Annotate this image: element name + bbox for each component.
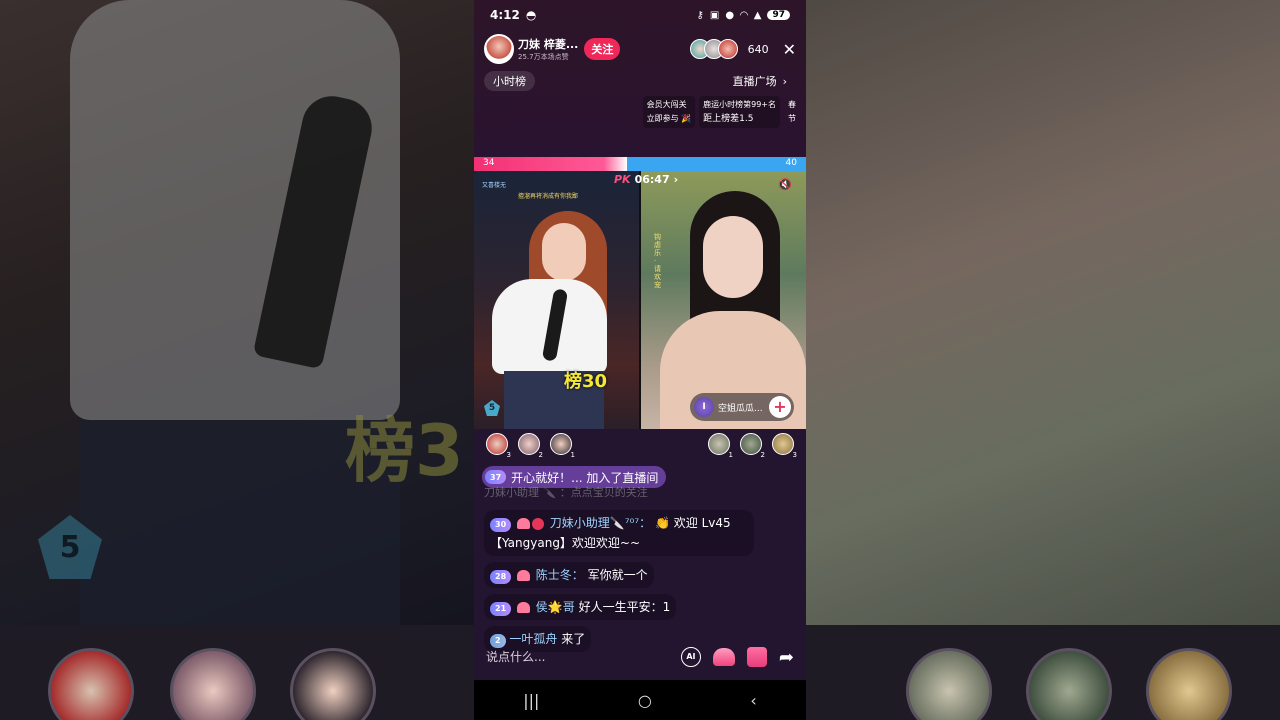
chevron-right-icon: › bbox=[673, 173, 679, 186]
pk-score-right: 40 bbox=[785, 158, 797, 168]
chat-nickname[interactable]: 陈士冬： bbox=[536, 568, 584, 582]
location-icon: ● bbox=[725, 9, 735, 21]
host-likes: 25.7万本场点赞 bbox=[518, 53, 569, 61]
host-name: 刀妹 梓菱... bbox=[518, 38, 579, 51]
contributor-avatar[interactable]: 2 bbox=[518, 433, 543, 459]
mute-icon[interactable]: 🔇 bbox=[778, 178, 792, 191]
signal-icon: ▲ bbox=[753, 9, 762, 21]
gift-icon[interactable] bbox=[746, 647, 767, 667]
event-line: 距上榜差1.5 bbox=[703, 114, 754, 124]
level-badge: 5 bbox=[484, 400, 500, 416]
level-badge: 30 bbox=[490, 518, 512, 532]
video-caption: 擅溜再将消成有你我鄙 bbox=[518, 193, 579, 200]
background-left: 榜3 5 bbox=[0, 0, 474, 720]
pk-countdown: 06:47 bbox=[634, 173, 670, 186]
pk-logo: PK bbox=[614, 173, 631, 186]
key-icon: ⚷ bbox=[696, 9, 704, 21]
chat-text: 军你就一个 bbox=[587, 568, 648, 582]
chat-feed[interactable]: 刀妹小助理 🔪 ：点点宝贝的关注 30 刀妹小助理🔪⁷⁰⁷： 👏 欢迎 Lv45… bbox=[484, 484, 784, 652]
event-hourly-rank[interactable]: 鹿运小时榜第99+名 距上榜差1.5 bbox=[699, 96, 780, 128]
chevron-right-icon: › bbox=[782, 74, 787, 88]
cast-icon: ▣ bbox=[709, 9, 720, 21]
contributor-avatar[interactable]: 1 bbox=[708, 433, 733, 459]
battery-icon: 97 bbox=[767, 10, 790, 20]
video-caption: 又喜楼无 bbox=[482, 182, 507, 189]
level-badge: 37 bbox=[485, 470, 507, 484]
admin-badge-icon bbox=[531, 517, 544, 530]
app-notification-icon: ◓ bbox=[525, 8, 537, 22]
viewer-avatars[interactable] bbox=[689, 39, 738, 59]
opponent-contributors: 1 2 3 bbox=[708, 433, 797, 459]
opponent-name: 空姐瓜瓜... bbox=[718, 403, 763, 414]
home-button[interactable]: ○ bbox=[638, 691, 652, 710]
bottom-toolbar: AI ➦ bbox=[474, 640, 806, 674]
recents-button[interactable]: ||| bbox=[523, 691, 539, 710]
contributor-avatar[interactable]: 1 bbox=[550, 433, 575, 459]
level-badge: 21 bbox=[490, 602, 512, 616]
event-member-challenge[interactable]: 会员大闯关 立即参与 🎉 bbox=[642, 96, 696, 128]
fan-badge-icon bbox=[516, 602, 530, 613]
host-video[interactable]: 又喜楼无 擅溜再将消成有你我鄙 榜30 5 bbox=[474, 171, 640, 429]
hourly-rank-button[interactable]: 小时榜 bbox=[484, 71, 535, 91]
opponent-chip[interactable]: I 空姐瓜瓜... + bbox=[690, 393, 794, 421]
share-icon[interactable]: ➦ bbox=[779, 647, 794, 668]
follow-button[interactable]: 关注 bbox=[584, 38, 621, 60]
contributor-avatar[interactable]: 3 bbox=[486, 433, 511, 459]
close-icon[interactable]: ✕ bbox=[783, 40, 796, 59]
comment-input[interactable] bbox=[486, 642, 669, 672]
status-bar: 4:12 ◓ ⚷ ▣ ● ◠ ▲ 97 bbox=[474, 0, 806, 30]
join-text: 开心就好！... 加入了直播间 bbox=[511, 470, 659, 485]
like-icon[interactable] bbox=[712, 648, 735, 666]
pk-score-bar: 34 40 bbox=[474, 157, 806, 171]
chat-text: 好人一生平安：1 bbox=[578, 600, 671, 614]
host-contributors: 3 2 1 bbox=[486, 433, 575, 459]
pk-timer[interactable]: PK 06:47 › bbox=[614, 173, 678, 186]
rank-label: 榜30 bbox=[564, 371, 608, 392]
host-header: 刀妹 梓菱... 25.7万本场点赞 关注 640 ✕ bbox=[484, 33, 796, 65]
background-right: I 空姐瓜瓜... + bbox=[806, 0, 1280, 720]
status-icons: ⚷ ▣ ● ◠ ▲ 97 bbox=[697, 10, 790, 21]
chat-message-faded: 刀妹小助理 🔪 ：点点宝贝的关注 bbox=[484, 486, 648, 499]
avatar bbox=[717, 39, 738, 59]
contributor-avatar[interactable]: 2 bbox=[740, 433, 765, 459]
chat-message: 21 侯🌟哥 好人一生平安：1 bbox=[484, 594, 677, 620]
wifi-icon: ◠ bbox=[740, 9, 748, 21]
host-info[interactable]: 刀妹 梓菱... 25.7万本场点赞 bbox=[518, 36, 578, 62]
fan-badge-icon bbox=[516, 570, 530, 581]
chat-message: 30 刀妹小助理🔪⁷⁰⁷： 👏 欢迎 Lv45 【Yangyang】欢迎欢迎~~ bbox=[484, 510, 754, 556]
phone-screen: 4:12 ◓ ⚷ ▣ ● ◠ ▲ 97 刀妹 梓菱... 25.7万本场点赞 关… bbox=[474, 0, 806, 720]
vertical-caption: 钩虐乐 · 请欢宠 bbox=[654, 233, 661, 289]
ai-icon[interactable]: AI bbox=[680, 647, 701, 667]
clock: 4:12 bbox=[490, 8, 520, 22]
contributor-avatar[interactable]: 3 bbox=[772, 433, 797, 459]
event-line: 节 bbox=[788, 114, 796, 123]
level-badge: 28 bbox=[490, 570, 512, 584]
system-nav-bar: ||| ○ ‹ bbox=[474, 680, 806, 720]
pk-score-left: 34 bbox=[483, 158, 495, 168]
viewer-count[interactable]: 640 bbox=[748, 43, 769, 56]
follow-opponent-button[interactable]: + bbox=[769, 396, 791, 418]
live-plaza-label: 直播广场 bbox=[732, 75, 777, 88]
screen: 榜3 5 I 空姐瓜瓜... + 4:12 ◓ ⚷ ▣ ● ◠ bbox=[0, 0, 1280, 720]
back-button[interactable]: ‹ bbox=[750, 691, 756, 710]
event-line: 春 bbox=[788, 100, 796, 109]
live-plaza-link[interactable]: 直播广场 › bbox=[724, 71, 796, 91]
event-line: 立即参与 🎉 bbox=[646, 114, 692, 123]
opponent-video[interactable]: 钩虐乐 · 请欢宠 bbox=[640, 171, 806, 429]
event-banners: 会员大闯关 立即参与 🎉 鹿运小时榜第99+名 距上榜差1.5 春 节 bbox=[642, 96, 800, 128]
chat-nickname[interactable]: 侯🌟哥 bbox=[536, 600, 575, 614]
chat-nickname[interactable]: 刀妹小助理🔪⁷⁰⁷： bbox=[550, 516, 651, 530]
opponent-badge: I bbox=[694, 397, 714, 417]
event-spring-festival[interactable]: 春 节 bbox=[784, 96, 800, 128]
fan-badge-icon bbox=[516, 518, 530, 529]
pk-score-left-fill bbox=[474, 157, 627, 171]
chat-message: 28 陈士冬： 军你就一个 bbox=[484, 562, 654, 588]
event-line: 鹿运小时榜第99+名 bbox=[703, 100, 776, 109]
event-line: 会员大闯关 bbox=[646, 100, 687, 109]
host-avatar[interactable] bbox=[484, 34, 514, 64]
